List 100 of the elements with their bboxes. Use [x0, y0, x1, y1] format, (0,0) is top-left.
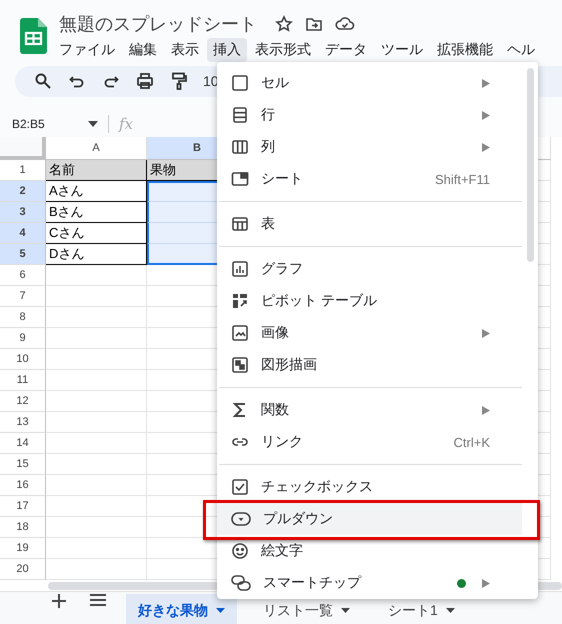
- table-cell[interactable]: Dさん: [46, 244, 147, 266]
- row-header[interactable]: 2: [0, 181, 46, 202]
- table-cell[interactable]: Bさん: [46, 202, 147, 224]
- row-header[interactable]: 6: [0, 265, 46, 286]
- menu-item[interactable]: 関数: [217, 394, 522, 426]
- menu-bar-item[interactable]: データ: [319, 38, 373, 62]
- menu-bar-item[interactable]: ヘル: [501, 38, 541, 62]
- grid-cell[interactable]: [46, 517, 147, 538]
- grid-cell[interactable]: [46, 391, 147, 412]
- grid-cell[interactable]: [46, 412, 147, 434]
- row-header[interactable]: 16: [0, 475, 46, 496]
- image-icon: [231, 324, 249, 342]
- menu-icon[interactable]: [90, 594, 106, 606]
- row-header[interactable]: 4: [0, 223, 46, 244]
- row-header[interactable]: 20: [0, 559, 46, 580]
- grid-cell[interactable]: [46, 433, 147, 454]
- sheet-tab[interactable]: 好きな果物: [126, 594, 237, 624]
- sheets-logo[interactable]: [20, 18, 47, 54]
- cloud-check-icon: [335, 15, 355, 33]
- grid-cell[interactable]: [46, 496, 147, 518]
- row-header[interactable]: 19: [0, 538, 46, 560]
- smiley-icon: [231, 542, 249, 560]
- menu-item[interactable]: 絵文字: [217, 535, 522, 567]
- grid-cell[interactable]: [46, 475, 147, 496]
- row-header[interactable]: 18: [0, 517, 46, 538]
- row-header[interactable]: 1: [0, 160, 46, 182]
- column-header[interactable]: A: [46, 137, 147, 160]
- bar-chart-icon: [231, 260, 249, 278]
- menu-bar-item[interactable]: 編集: [123, 38, 163, 62]
- grid-cell[interactable]: [46, 307, 147, 328]
- menu-item-label: 表: [261, 215, 276, 233]
- checkbox-icon: [231, 478, 249, 496]
- grid-cell[interactable]: [46, 286, 147, 308]
- menu-item[interactable]: セル: [217, 67, 522, 99]
- grid-cell[interactable]: [46, 454, 147, 476]
- menu-item-label: 関数: [261, 401, 290, 419]
- function-label: fx: [108, 115, 134, 134]
- document-title[interactable]: 無題のスプレッドシート: [59, 12, 257, 36]
- table-cell[interactable]: Aさん: [46, 181, 147, 202]
- menu-item-label: リンク: [261, 433, 304, 451]
- row-header[interactable]: 13: [0, 412, 46, 434]
- menu-item[interactable]: 図形描画: [217, 349, 522, 381]
- menu-item[interactable]: 画像: [217, 317, 522, 349]
- menu-bar-item[interactable]: 挿入: [207, 38, 247, 62]
- square-icon: [231, 74, 249, 92]
- sheet-tab-label: シート1: [388, 602, 438, 620]
- menu-bar-item[interactable]: 表示: [165, 38, 205, 62]
- menu-bar-item[interactable]: ファイル: [53, 38, 121, 62]
- menu-item-label: チェックボックス: [261, 478, 374, 496]
- grid-cell[interactable]: [46, 370, 147, 392]
- menu-item-label: ピボット テーブル: [261, 292, 378, 310]
- menu-item[interactable]: チェックボックス: [217, 471, 522, 503]
- search-icon[interactable]: [33, 71, 53, 92]
- menu-bar-item[interactable]: 拡張機能: [431, 38, 499, 62]
- caret-icon: [446, 608, 455, 614]
- sheet-tab-label: リスト一覧: [263, 602, 333, 620]
- table-icon: [231, 215, 249, 233]
- grid-cell[interactable]: [46, 349, 147, 370]
- menu-item-label: シート: [261, 170, 304, 188]
- menu-bar-item[interactable]: ツール: [375, 38, 429, 62]
- select-all-corner[interactable]: [0, 137, 46, 160]
- row-header[interactable]: 10: [0, 349, 46, 370]
- name-box[interactable]: B2:B5: [12, 117, 98, 132]
- row-header[interactable]: 12: [0, 391, 46, 412]
- row-header[interactable]: 11: [0, 370, 46, 392]
- grid-cell[interactable]: [46, 328, 147, 350]
- menu-item-label: スマートチップ: [263, 574, 362, 592]
- table-cell[interactable]: 名前: [46, 160, 147, 182]
- row-header[interactable]: 17: [0, 496, 46, 518]
- row-header[interactable]: 7: [0, 286, 46, 308]
- menu-bar-item[interactable]: 表示形式: [249, 38, 317, 62]
- shortcut-text: Ctrl+K: [454, 434, 490, 450]
- folder-icon: [305, 15, 323, 33]
- print-icon[interactable]: [135, 71, 155, 92]
- row-header[interactable]: 8: [0, 307, 46, 328]
- paint-format-icon[interactable]: [169, 71, 189, 92]
- row-header[interactable]: 3: [0, 202, 46, 224]
- add-sheet-icon[interactable]: [52, 594, 66, 608]
- row-header[interactable]: 5: [0, 244, 46, 266]
- grid-cell[interactable]: [46, 265, 147, 286]
- menu-item[interactable]: ピボット テーブル: [217, 285, 522, 317]
- menu-item[interactable]: 行: [217, 99, 522, 131]
- caret-icon: [216, 608, 225, 614]
- drawing-icon: [231, 356, 249, 374]
- menu-item[interactable]: グラフ: [217, 253, 522, 285]
- menu-scrollbar[interactable]: [527, 68, 534, 262]
- menu-item[interactable]: プルダウン: [217, 503, 522, 535]
- menu-item[interactable]: リンク Ctrl+K: [217, 426, 522, 458]
- row-header[interactable]: 15: [0, 454, 46, 476]
- menu-item-label: 画像: [261, 324, 290, 342]
- grid-cell[interactable]: [46, 538, 147, 560]
- smart-chip-icon: [231, 574, 251, 592]
- menu-item[interactable]: 表: [217, 208, 522, 240]
- table-cell[interactable]: Cさん: [46, 223, 147, 244]
- menu-item-label: 絵文字: [261, 542, 304, 560]
- row-header[interactable]: 14: [0, 433, 46, 454]
- pivot-table-icon: [231, 292, 249, 310]
- sheet-icon: [231, 170, 249, 188]
- caret-icon: [341, 608, 350, 614]
- row-header[interactable]: 9: [0, 328, 46, 350]
